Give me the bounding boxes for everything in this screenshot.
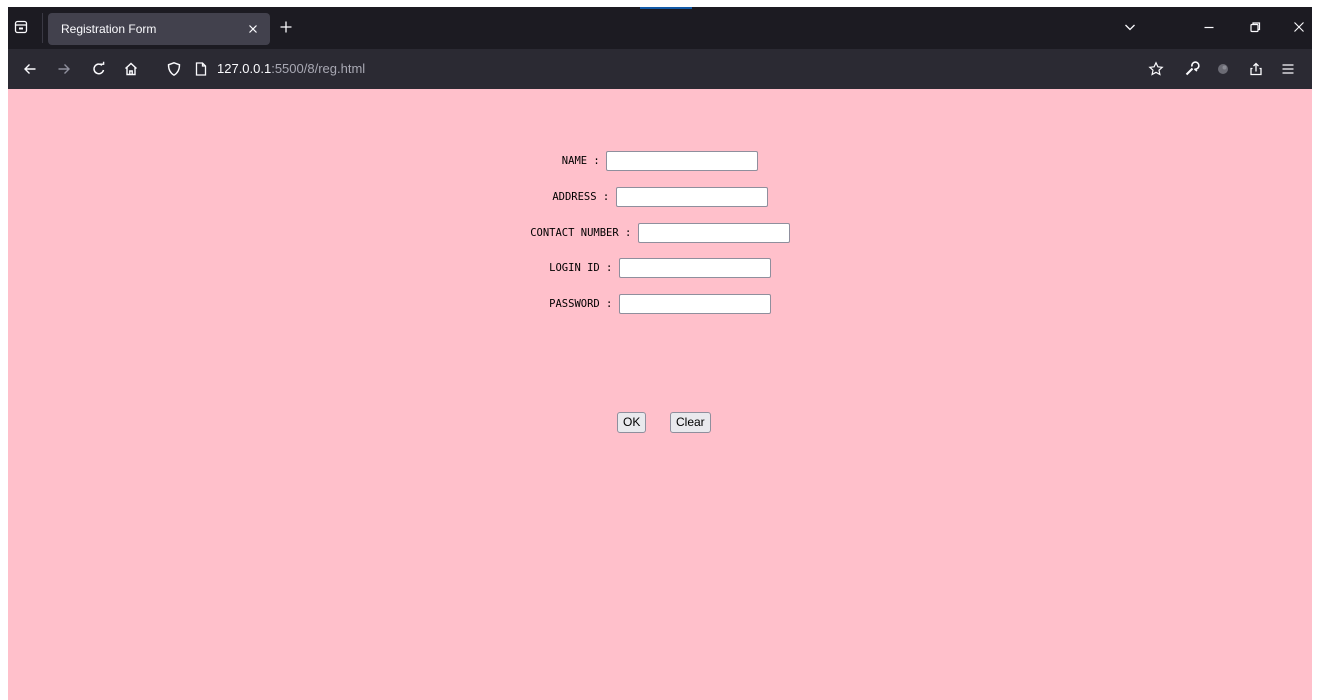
form-row-password: PASSWORD :	[8, 294, 1312, 314]
tab-registration-form[interactable]: Registration Form	[48, 13, 270, 45]
close-window-icon[interactable]	[1291, 19, 1307, 35]
login-id-label: LOGIN ID :	[549, 262, 613, 274]
navigation-toolbar: 127.0.0.1:5500/8/reg.html	[8, 49, 1312, 89]
restore-icon[interactable]	[1247, 19, 1263, 35]
tab-separator	[42, 13, 43, 43]
url-host: 127.0.0.1	[217, 61, 272, 76]
star-icon[interactable]	[1148, 61, 1164, 77]
home-icon[interactable]	[123, 61, 139, 77]
name-label: NAME :	[561, 155, 600, 167]
share-icon[interactable]	[1248, 61, 1264, 77]
name-input[interactable]	[606, 151, 759, 171]
tab-bar: Registration Form	[8, 7, 1312, 49]
forward-arrow-icon[interactable]	[56, 61, 72, 77]
address-input[interactable]	[615, 187, 768, 207]
clear-button[interactable]: Clear	[670, 412, 711, 433]
address-label: ADDRESS :	[552, 191, 610, 203]
browser-window: Registration Form 127.0.0.1:5500/8/reg.h…	[8, 7, 1312, 700]
window-accent-line	[640, 7, 692, 9]
url-bar[interactable]: 127.0.0.1:5500/8/reg.html	[217, 49, 365, 89]
chevron-down-icon[interactable]	[1122, 19, 1138, 35]
ok-button[interactable]: OK	[617, 412, 647, 433]
login-id-input[interactable]	[618, 258, 771, 278]
extension-icon[interactable]	[1215, 61, 1231, 77]
new-tab-plus-icon[interactable]	[278, 19, 294, 35]
contact-number-label: CONTACT NUMBER :	[530, 227, 632, 239]
reload-icon[interactable]	[91, 61, 107, 77]
form-row-name: NAME :	[8, 151, 1312, 171]
url-path: :5500/8/reg.html	[271, 61, 366, 76]
hamburger-menu-icon[interactable]	[1280, 61, 1296, 77]
tab-title: Registration Form	[61, 22, 157, 36]
tab-list-icon[interactable]	[14, 20, 28, 34]
page-icon[interactable]	[193, 61, 209, 77]
form-row-login-id: LOGIN ID :	[8, 258, 1312, 278]
back-arrow-icon[interactable]	[22, 61, 38, 77]
contact-number-input[interactable]	[637, 223, 790, 243]
page-content: NAME : ADDRESS : CONTACT NUMBER : LOGIN …	[8, 89, 1312, 700]
shield-icon[interactable]	[166, 61, 182, 77]
wrench-icon[interactable]	[1184, 61, 1200, 77]
close-tab-icon[interactable]	[246, 22, 260, 36]
form-row-contact-number: CONTACT NUMBER :	[8, 223, 1312, 243]
password-label: PASSWORD :	[549, 298, 613, 310]
minimize-icon[interactable]	[1201, 19, 1217, 35]
password-input[interactable]	[618, 294, 771, 314]
form-row-address: ADDRESS :	[8, 187, 1312, 207]
